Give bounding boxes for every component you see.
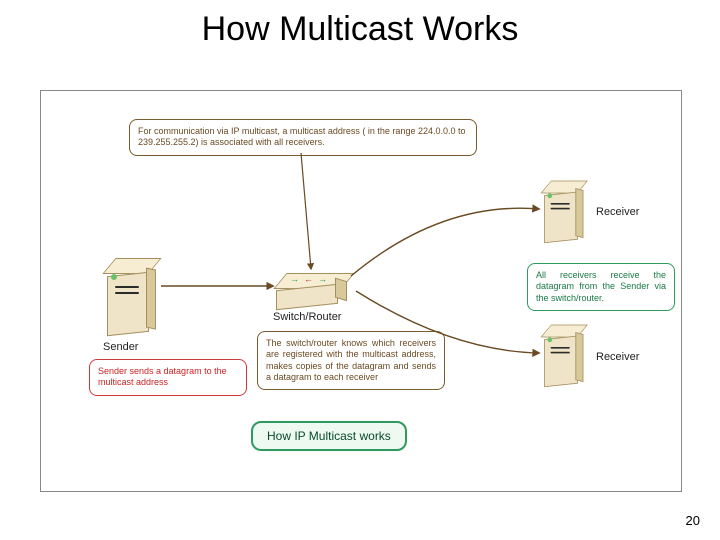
server-receiver-top-icon — [541, 179, 589, 241]
note-receivers: All receivers receive the datagram from … — [527, 263, 675, 311]
server-sender-icon — [103, 256, 163, 334]
diagram-frame: For communication via IP multicast, a mu… — [40, 90, 682, 492]
server-receiver-bottom-icon — [541, 323, 589, 385]
diagram-caption: How IP Multicast works — [251, 421, 407, 451]
page-title: How Multicast Works — [0, 10, 720, 49]
receiver-top-label: Receiver — [596, 206, 639, 218]
note-address-range: For communication via IP multicast, a mu… — [129, 119, 477, 156]
sender-label: Sender — [103, 341, 138, 353]
receiver-bottom-label: Receiver — [596, 351, 639, 363]
note-sender: Sender sends a datagram to the multicast… — [89, 359, 247, 396]
switch-router-icon: →←→ — [276, 273, 354, 307]
slide: How Multicast Works For communication vi… — [0, 0, 720, 540]
switch-label: Switch/Router — [273, 311, 341, 323]
page-number: 20 — [686, 513, 700, 528]
note-switch: The switch/router knows which receivers … — [257, 331, 445, 390]
